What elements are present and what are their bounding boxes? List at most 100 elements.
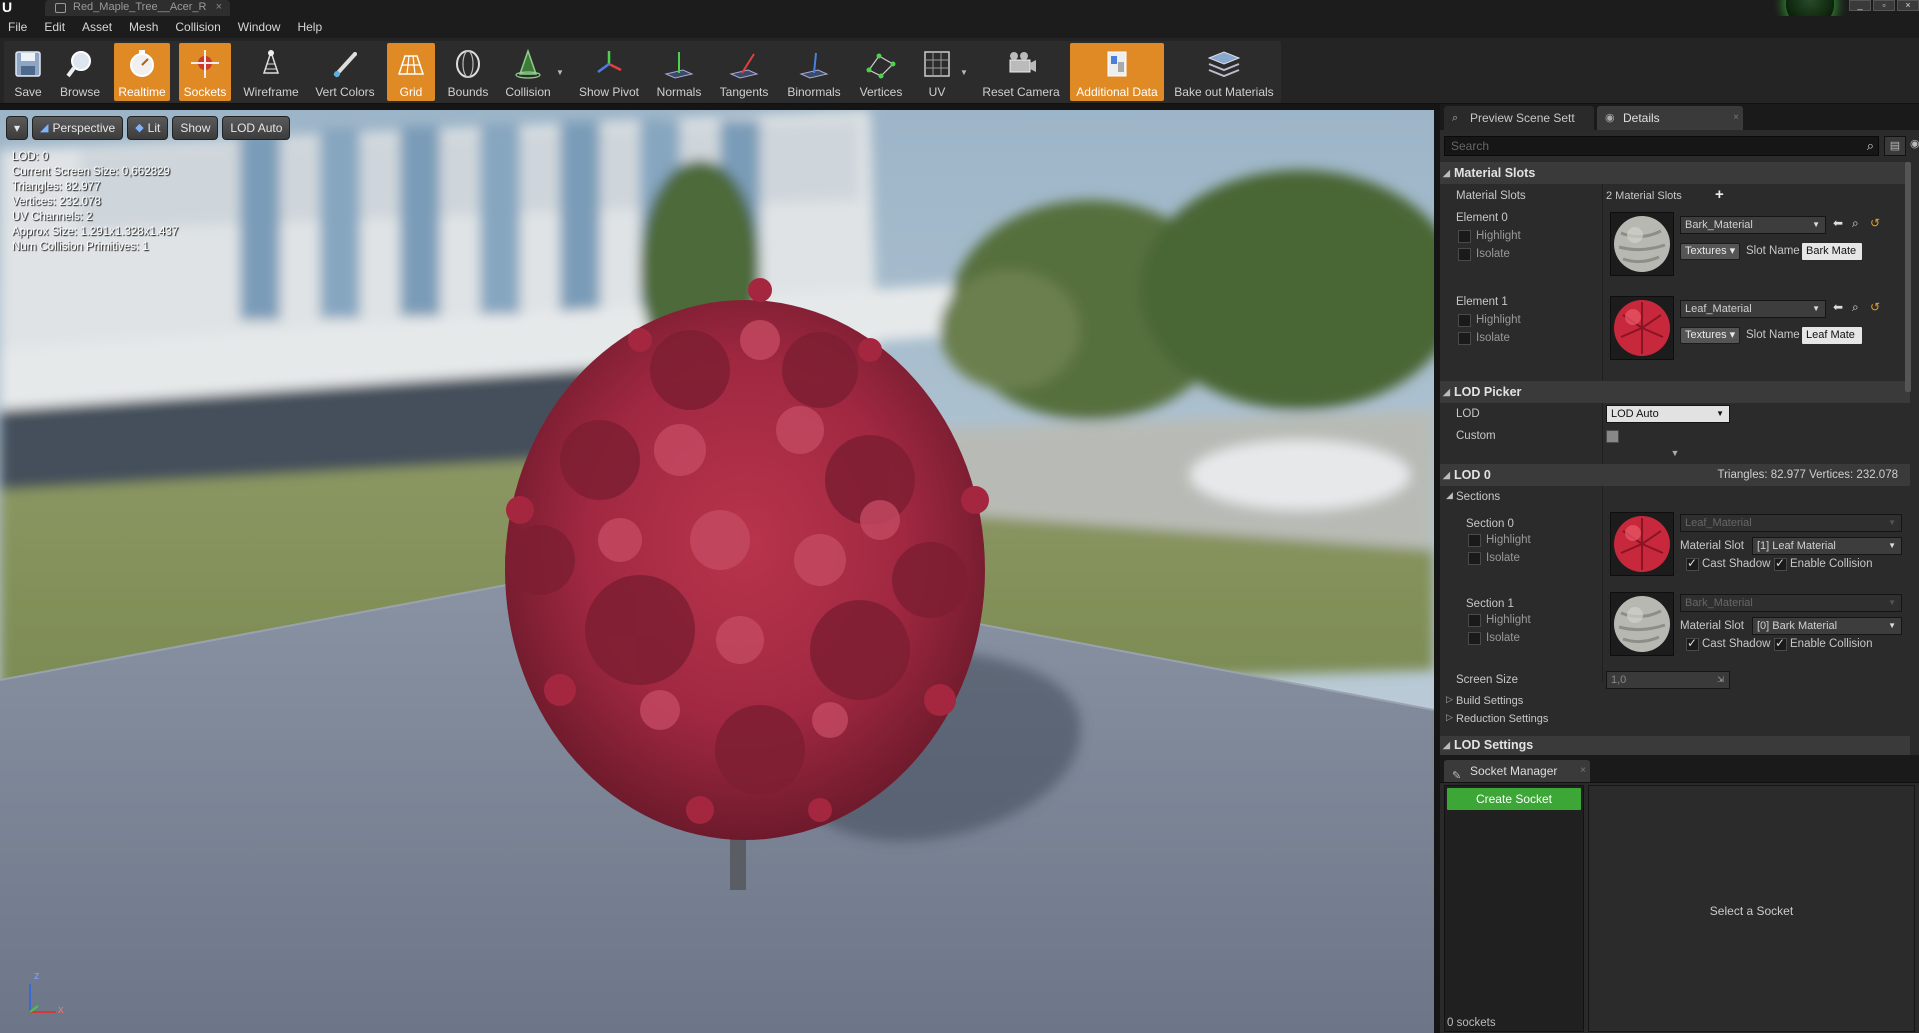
- cast-shadow-checkbox[interactable]: [1686, 636, 1699, 651]
- tangents-button[interactable]: Tangents: [714, 43, 774, 101]
- grid-button[interactable]: Grid: [387, 43, 435, 101]
- details-scrollbar[interactable]: [1905, 162, 1911, 392]
- unreal-logo-icon[interactable]: U: [2, 0, 24, 16]
- create-socket-button[interactable]: Create Socket: [1447, 788, 1581, 810]
- category-lod-settings[interactable]: ◢ LOD Settings: [1440, 736, 1910, 755]
- collision-dropdown-arrow[interactable]: ▼: [556, 68, 564, 77]
- maximize-button[interactable]: ▫: [1873, 0, 1895, 11]
- reset-camera-button[interactable]: Reset Camera: [980, 43, 1062, 101]
- tab-preview-scene-settings[interactable]: ⌕ Preview Scene Sett: [1444, 106, 1594, 130]
- realtime-button[interactable]: Realtime: [114, 43, 170, 101]
- stat-vertices: Vertices: 232.078: [12, 196, 101, 208]
- bark-material-thumbnail[interactable]: [1610, 592, 1674, 656]
- slot-name-input[interactable]: Bark Mate: [1802, 243, 1862, 260]
- use-selected-asset-icon[interactable]: ⬅: [1833, 216, 1843, 230]
- search-placeholder: Search: [1451, 139, 1490, 153]
- axis-gizmo: z x: [20, 970, 70, 1020]
- isolate-checkbox[interactable]: [1458, 248, 1471, 261]
- cast-shadow-checkbox[interactable]: [1686, 556, 1699, 571]
- bake-out-materials-button[interactable]: Bake out Materials: [1170, 43, 1278, 101]
- show-button[interactable]: Show: [172, 116, 219, 140]
- lod-section-0: Section 0 Highlight Isolate Leaf_Materia…: [1440, 510, 1910, 590]
- tab-details[interactable]: ◉ Details ×: [1597, 106, 1743, 130]
- highlight-checkbox[interactable]: [1458, 314, 1471, 327]
- close-socket-tab-icon[interactable]: ×: [1580, 760, 1586, 782]
- menu-collision[interactable]: Collision: [175, 20, 220, 34]
- menu-edit[interactable]: Edit: [44, 20, 65, 34]
- menu-mesh[interactable]: Mesh: [129, 20, 158, 34]
- binormals-button[interactable]: Binormals: [781, 43, 847, 101]
- socket-list[interactable]: Create Socket 0 sockets: [1444, 785, 1584, 1032]
- enable-collision-checkbox[interactable]: [1774, 556, 1787, 571]
- material-combo[interactable]: Leaf_Material ▼: [1680, 300, 1826, 318]
- category-lod-picker[interactable]: ◢ LOD Picker: [1440, 381, 1910, 403]
- highlight-checkbox[interactable]: [1468, 614, 1481, 627]
- enable-collision-checkbox[interactable]: [1774, 636, 1787, 651]
- highlight-checkbox[interactable]: [1468, 534, 1481, 547]
- isolate-checkbox[interactable]: [1458, 332, 1471, 345]
- details-panel: Search ⌕ ▤ ◉▾ ◢ Material Slots Material …: [1440, 130, 1919, 755]
- sections-row[interactable]: ◢ Sections: [1440, 487, 1910, 507]
- category-material-slots[interactable]: ◢ Material Slots: [1440, 162, 1910, 184]
- show-label: Show: [180, 121, 211, 135]
- add-material-slot-button[interactable]: +: [1715, 186, 1724, 203]
- material-combo[interactable]: Bark_Material ▼: [1680, 216, 1826, 234]
- additional-data-button[interactable]: Additional Data: [1070, 43, 1164, 101]
- material-slot-select[interactable]: [0] Bark Material ▼: [1752, 617, 1902, 635]
- reset-default-icon[interactable]: ↺: [1870, 216, 1880, 230]
- normals-button[interactable]: Normals: [652, 43, 706, 101]
- menu-help[interactable]: Help: [297, 20, 322, 34]
- reset-default-icon[interactable]: ↺: [1870, 300, 1880, 314]
- vertices-button[interactable]: Vertices: [856, 43, 906, 101]
- lit-button[interactable]: ◆ Lit: [127, 116, 169, 140]
- custom-lod-checkbox[interactable]: [1606, 430, 1619, 443]
- close-details-tab-icon[interactable]: ×: [1733, 106, 1739, 130]
- browse-button[interactable]: Browse: [56, 43, 104, 101]
- leaf-material-thumbnail[interactable]: [1610, 296, 1674, 360]
- lod-auto-button[interactable]: LOD Auto: [222, 116, 291, 140]
- menu-window[interactable]: Window: [238, 20, 281, 34]
- reduction-settings-row[interactable]: ▷ Reduction Settings: [1440, 710, 1910, 728]
- vert-colors-button[interactable]: Vert Colors: [312, 43, 378, 101]
- view-options-eye-icon[interactable]: ◉▾: [1910, 137, 1919, 150]
- browse-asset-icon[interactable]: ⌕: [1852, 216, 1859, 231]
- browse-asset-icon[interactable]: ⌕: [1852, 300, 1859, 315]
- tab-socket-manager[interactable]: ✎ Socket Manager ×: [1444, 760, 1590, 782]
- leaf-material-thumbnail[interactable]: [1610, 512, 1674, 576]
- sockets-button[interactable]: Sockets: [179, 43, 231, 101]
- material-element-1: Element 1 Highlight Isolate Leaf_Materia…: [1440, 294, 1910, 376]
- save-button[interactable]: Save: [8, 43, 48, 101]
- stat-approx-size: Approx Size: 1.291x1.328x1.437: [12, 226, 179, 238]
- collision-button[interactable]: Collision: [500, 43, 556, 101]
- bark-material-thumbnail[interactable]: [1610, 212, 1674, 276]
- slot-name-input[interactable]: Leaf Mate: [1802, 327, 1862, 344]
- perspective-button[interactable]: ◢ Perspective: [32, 116, 124, 140]
- asset-document-tab[interactable]: Red_Maple_Tree__Acer_R ×: [45, 0, 230, 16]
- bounds-button[interactable]: Bounds: [444, 43, 492, 101]
- textures-dropdown[interactable]: Textures ▾: [1680, 327, 1741, 344]
- material-slot-select[interactable]: [1] Leaf Material ▼: [1752, 537, 1902, 555]
- wireframe-button[interactable]: Wireframe: [240, 43, 302, 101]
- isolate-checkbox[interactable]: [1468, 632, 1481, 645]
- screen-size-input[interactable]: 1,0 ⇲: [1606, 671, 1730, 689]
- isolate-checkbox[interactable]: [1468, 552, 1481, 565]
- expand-advanced-icon[interactable]: ▼: [1440, 448, 1910, 458]
- textures-dropdown[interactable]: Textures ▾: [1680, 243, 1741, 260]
- details-search-input[interactable]: Search ⌕: [1444, 136, 1879, 156]
- close-tab-icon[interactable]: ×: [216, 0, 222, 15]
- uv-button[interactable]: UV: [914, 43, 960, 101]
- close-window-button[interactable]: ×: [1897, 0, 1919, 11]
- build-settings-row[interactable]: ▷ Build Settings: [1440, 692, 1910, 710]
- use-selected-asset-icon[interactable]: ⬅: [1833, 300, 1843, 314]
- highlight-checkbox[interactable]: [1458, 230, 1471, 243]
- menu-file[interactable]: File: [8, 20, 27, 34]
- property-matrix-button[interactable]: ▤: [1884, 136, 1906, 156]
- menu-asset[interactable]: Asset: [82, 20, 112, 34]
- minimize-button[interactable]: _: [1849, 0, 1871, 11]
- mesh-viewport[interactable]: ▾ ◢ Perspective ◆ Lit Show LOD Auto LOD: 0…: [0, 110, 1434, 1033]
- show-pivot-button[interactable]: Show Pivot: [574, 43, 644, 101]
- uv-dropdown-arrow[interactable]: ▼: [960, 68, 968, 77]
- lod-select[interactable]: LOD Auto ▼: [1606, 405, 1730, 423]
- viewport-options-button[interactable]: ▾: [6, 116, 29, 140]
- category-lod-0[interactable]: ◢ LOD 0 Triangles: 82.977 Vertices: 232.…: [1440, 464, 1910, 486]
